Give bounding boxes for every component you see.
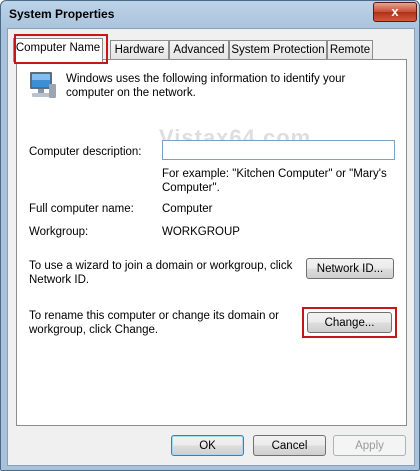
apply-button: Apply bbox=[333, 435, 406, 456]
tab-remote[interactable]: Remote bbox=[327, 40, 373, 60]
intro-text: Windows uses the following information t… bbox=[66, 73, 346, 99]
window-title: System Properties bbox=[9, 7, 115, 21]
network-id-text: To use a wizard to join a domain or work… bbox=[29, 260, 293, 286]
close-icon: x bbox=[391, 4, 399, 19]
tab-label: Remote bbox=[329, 44, 371, 56]
tab-label: System Protection bbox=[231, 44, 325, 56]
tab-label: Advanced bbox=[173, 44, 225, 56]
tab-label: Hardware bbox=[114, 44, 165, 56]
ok-button[interactable]: OK bbox=[171, 435, 244, 456]
workgroup-value: WORKGROUP bbox=[162, 226, 240, 238]
tab-highlight-box bbox=[14, 34, 108, 64]
cancel-button-label: Cancel bbox=[271, 440, 308, 452]
tab-advanced[interactable]: Advanced bbox=[169, 40, 229, 60]
tab-system-protection[interactable]: System Protection bbox=[229, 40, 327, 60]
network-id-button[interactable]: Network ID... bbox=[306, 258, 394, 279]
computer-description-label: Computer description: bbox=[29, 146, 142, 158]
dialog-body: Computer Name Hardware Advanced System P… bbox=[7, 28, 415, 466]
ok-button-label: OK bbox=[199, 440, 216, 452]
change-button-highlight bbox=[302, 307, 397, 338]
full-computer-name-label: Full computer name: bbox=[29, 203, 134, 215]
title-bar: System Properties x bbox=[1, 1, 419, 29]
full-computer-name-value: Computer bbox=[162, 203, 213, 215]
description-example-text: For example: "Kitchen Computer" or "Mary… bbox=[162, 168, 387, 194]
computer-name-panel: Windows uses the following information t… bbox=[16, 59, 407, 426]
network-id-button-label: Network ID... bbox=[316, 263, 384, 275]
computer-icon bbox=[27, 70, 57, 100]
system-properties-window: System Properties x Computer Name Hardwa… bbox=[0, 0, 420, 471]
computer-description-input[interactable] bbox=[162, 140, 395, 160]
rename-text: To rename this computer or change its do… bbox=[29, 310, 279, 336]
close-button[interactable]: x bbox=[373, 2, 417, 22]
workgroup-label: Workgroup: bbox=[29, 226, 89, 238]
cancel-button[interactable]: Cancel bbox=[253, 435, 326, 456]
tab-hardware[interactable]: Hardware bbox=[110, 40, 169, 60]
apply-button-label: Apply bbox=[355, 440, 384, 452]
